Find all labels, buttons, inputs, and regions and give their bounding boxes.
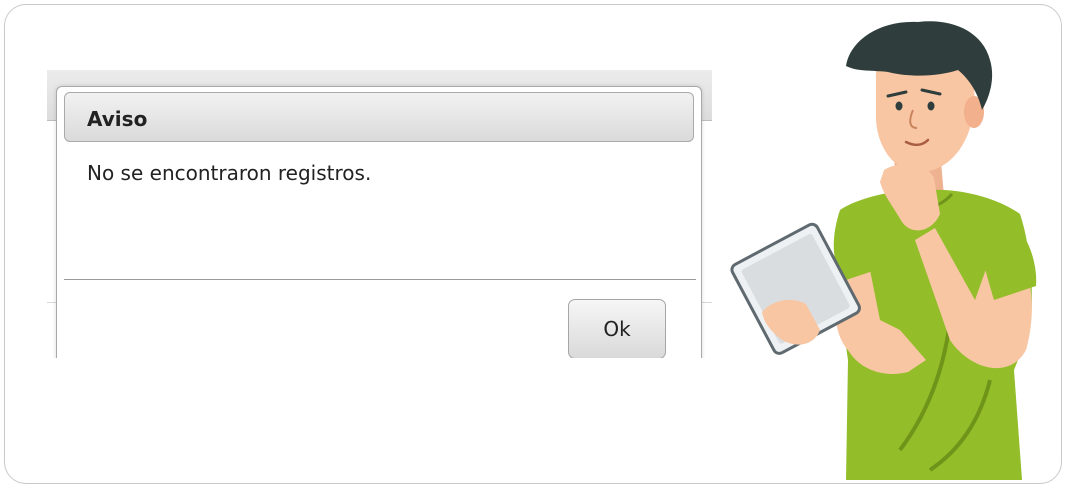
- dialog-title: Aviso: [87, 107, 148, 131]
- person-thinking-illustration: [730, 21, 1037, 480]
- dialog-header[interactable]: Aviso: [64, 92, 694, 142]
- alert-dialog: Aviso No se encontraron registros. Ok: [56, 86, 702, 358]
- dialog-separator: [64, 279, 696, 280]
- eye-right: [927, 101, 935, 111]
- dialog-message: No se encontraron registros.: [87, 161, 372, 185]
- ok-button[interactable]: Ok: [568, 299, 666, 358]
- screenshot-crop: Aviso No se encontraron registros. Ok: [47, 70, 712, 358]
- eye-left: [895, 101, 903, 111]
